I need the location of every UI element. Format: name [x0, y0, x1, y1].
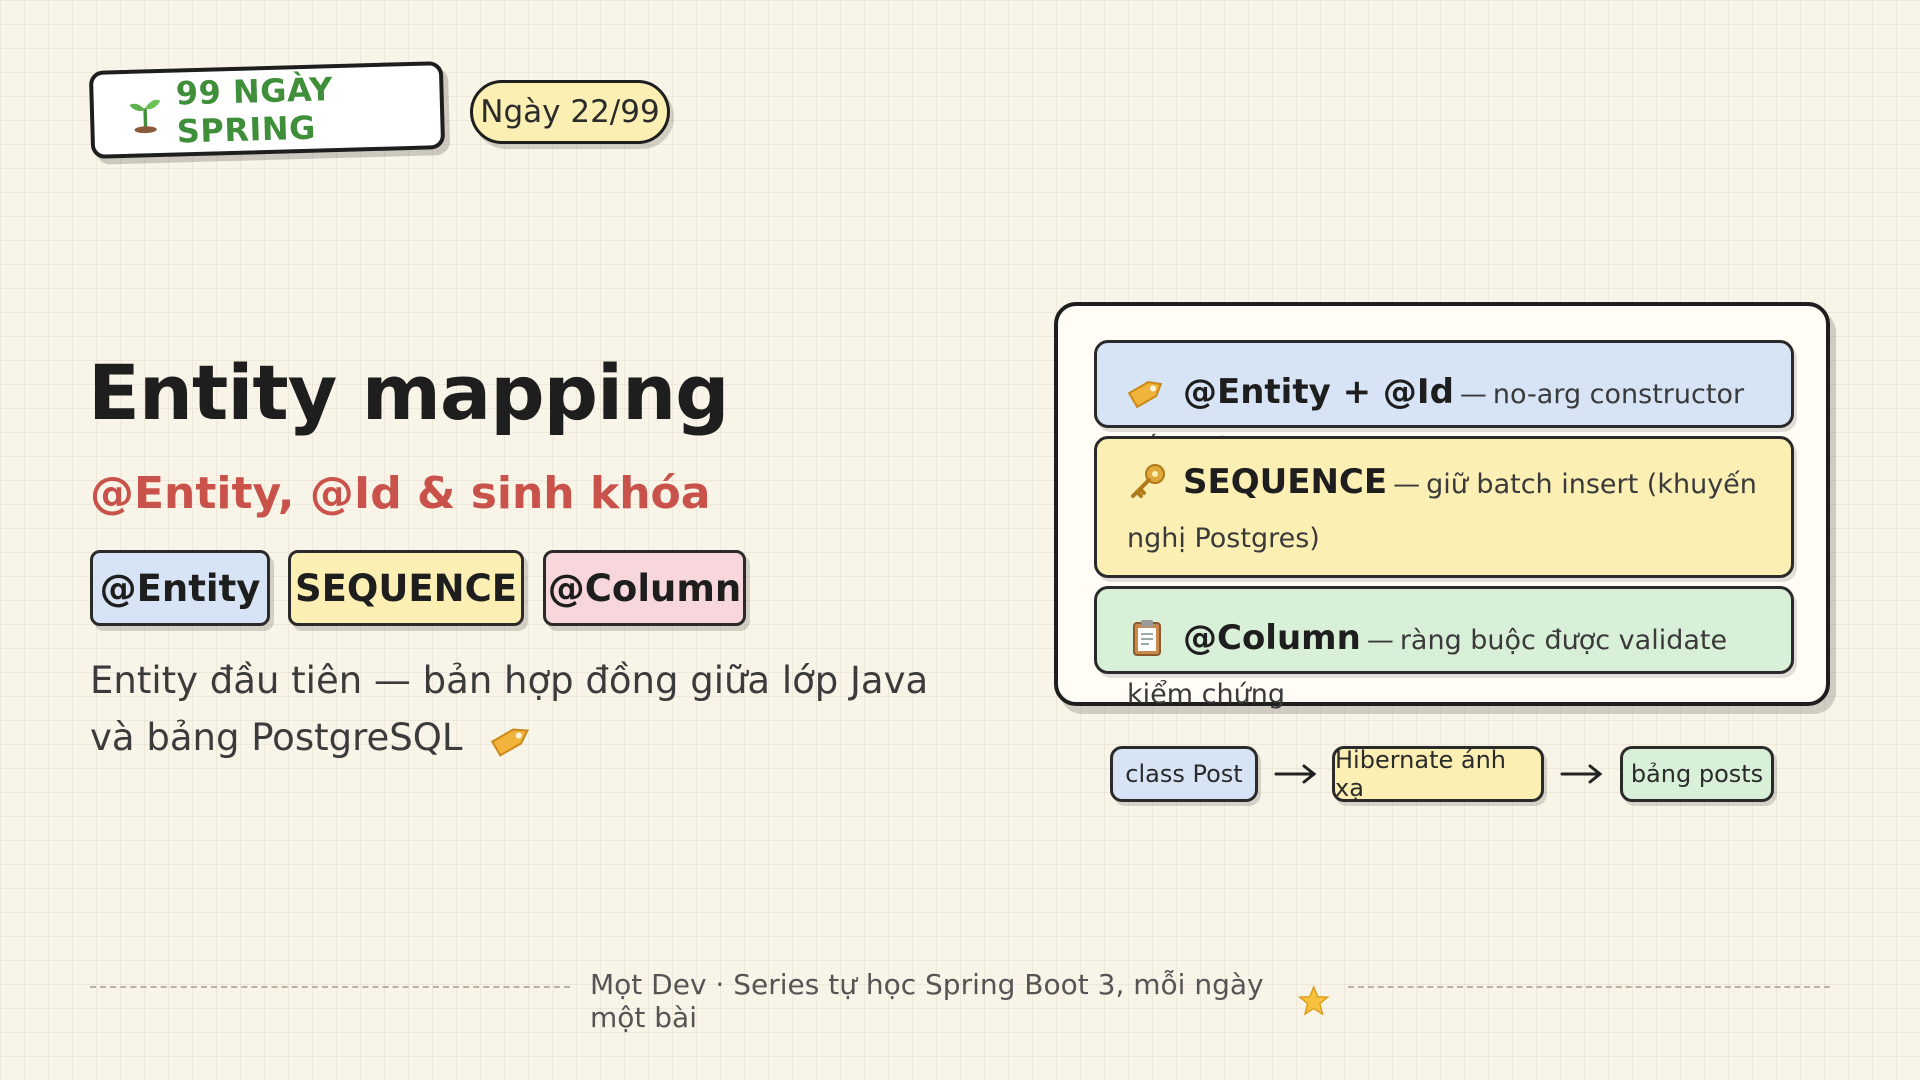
card-row-separator: — [1459, 379, 1487, 410]
card-row-column: @Column — ràng buộc được validate kiểm chứ… [1094, 586, 1794, 710]
card-row-separator: — [1366, 625, 1394, 656]
card-row-entity: @Entity + @Id—no-arg constructor bắt buộ… [1094, 340, 1794, 464]
star-icon [1297, 985, 1330, 1016]
series-badge: 99 NGÀY SPRING [88, 61, 446, 159]
key-icon [1131, 463, 1165, 498]
card-row-separator: — [1393, 469, 1421, 500]
chip-column: @Column [543, 550, 746, 626]
clipboard-icon [1133, 619, 1161, 656]
footer: Mọt Dev · Series tự học Spring Boot 3, m… [590, 968, 1330, 1034]
chip-entity: @Entity [90, 550, 270, 626]
flow-step-table: bảng posts [1620, 746, 1774, 802]
card-row-title: @Entity + @Id [1183, 372, 1454, 412]
footer-divider-right [1348, 986, 1830, 988]
chip-sequence: SEQUENCE [288, 550, 524, 626]
card-row-sequence: SEQUENCE — giữ batch insert (khuyến nghị P… [1094, 436, 1794, 578]
arrow-right-icon [1274, 764, 1317, 784]
day-badge: Ngày 22/99 [470, 80, 670, 144]
flow-step-class: class Post [1110, 746, 1258, 802]
flow-step-hibernate: Hibernate ánh xạ [1332, 746, 1544, 802]
key-points-card: @Entity + @Id—no-arg constructor bắt buộ… [1054, 302, 1830, 710]
footer-divider-left [90, 986, 570, 988]
page-subtitle: @Entity, @Id & sinh khóa [90, 468, 711, 519]
card-row-title: SEQUENCE [1183, 462, 1388, 502]
card-row-title: @Column [1183, 618, 1361, 658]
arrow-right-icon [1560, 764, 1603, 784]
description: Entity đầu tiên — bản hợp đồng giữa lớp … [90, 652, 970, 766]
tag-icon [1127, 380, 1163, 408]
tag-icon [491, 728, 530, 757]
seedling-icon [129, 99, 161, 134]
page-title: Entity mapping [88, 348, 730, 437]
series-title: 99 NGÀY SPRING [175, 70, 334, 151]
footer-text: Mọt Dev · Series tự học Spring Boot 3, m… [590, 968, 1264, 1034]
